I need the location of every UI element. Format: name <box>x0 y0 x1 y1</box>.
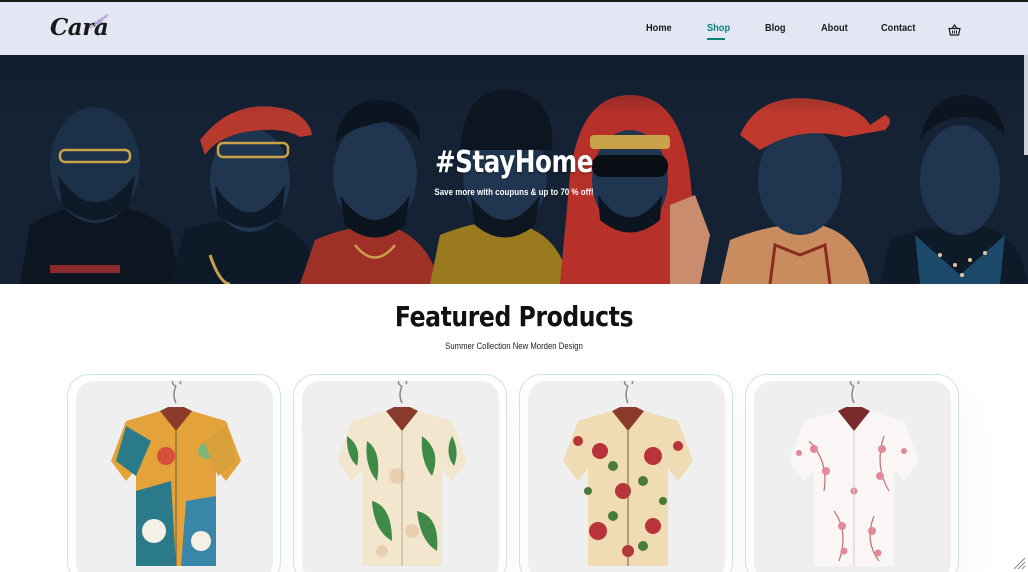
hero-banner: #StayHome Save more with coupuns & up to… <box>0 55 1028 284</box>
nav-shop[interactable]: Shop <box>707 22 730 34</box>
nav-about[interactable]: About <box>821 22 848 34</box>
product-card[interactable] <box>67 374 281 572</box>
main-nav: Home Shop Blog About Contact <box>0 22 1028 42</box>
product-image[interactable] <box>528 381 725 572</box>
featured-title: Featured Products <box>394 300 634 333</box>
page-scrollbar[interactable] <box>1024 55 1028 155</box>
hero-subtitle: Save more with coupuns & up to 70 % off! <box>434 187 594 198</box>
product-card[interactable] <box>293 374 507 572</box>
pink-blossom-shirt-image <box>789 381 919 566</box>
floral-rose-shirt-image <box>563 381 693 566</box>
product-image[interactable] <box>302 381 499 572</box>
hero-title: #StayHome <box>434 145 594 180</box>
abstract-print-shirt-image <box>111 381 241 566</box>
product-image[interactable] <box>754 381 951 572</box>
product-image[interactable] <box>76 381 273 572</box>
nav-contact[interactable]: Contact <box>881 22 915 34</box>
site-header: Cara Home Shop Blog About Contact <box>0 0 1028 55</box>
active-nav-underline <box>707 38 725 40</box>
nav-home[interactable]: Home <box>646 22 672 34</box>
nav-blog[interactable]: Blog <box>765 22 786 34</box>
tropical-leaf-shirt-image <box>337 381 467 566</box>
product-card[interactable] <box>745 374 959 572</box>
shopping-basket-icon[interactable] <box>948 24 961 36</box>
product-card[interactable] <box>519 374 733 572</box>
resize-grip-icon[interactable] <box>1012 556 1026 570</box>
featured-subtitle: Summer Collection New Morden Design <box>445 341 583 351</box>
